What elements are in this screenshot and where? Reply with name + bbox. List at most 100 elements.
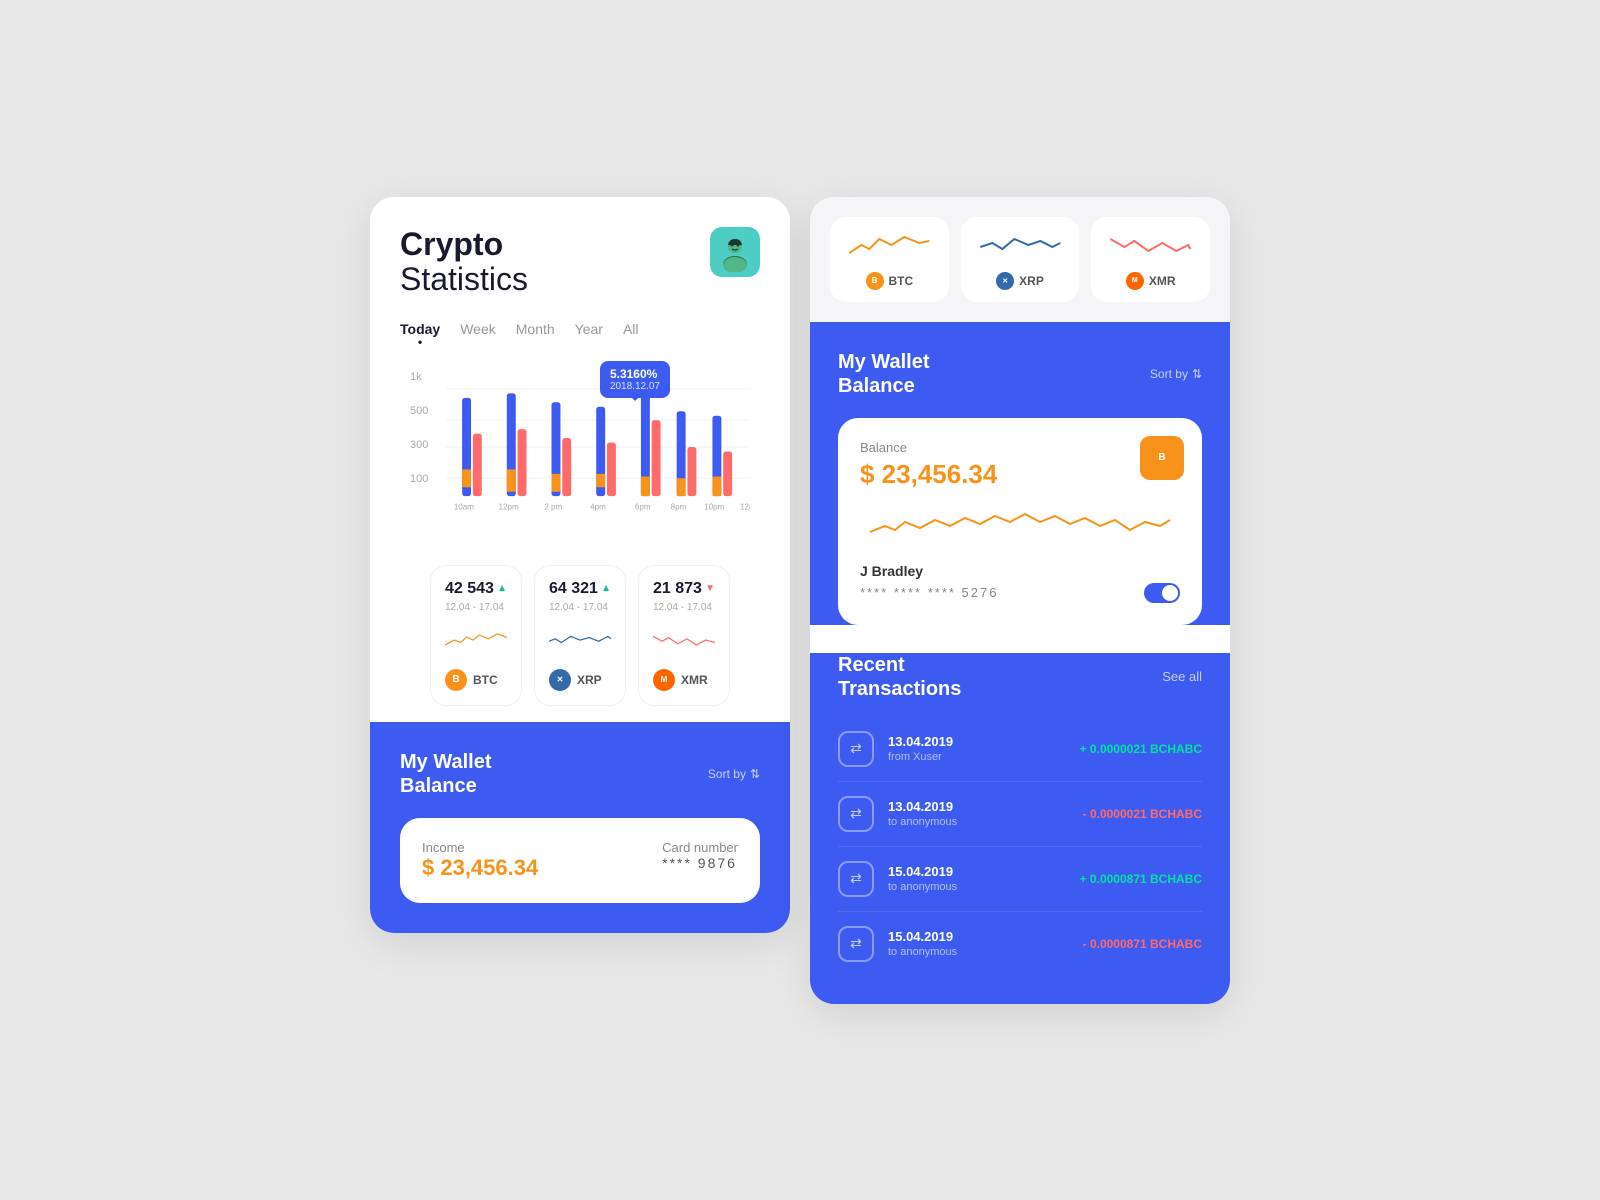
income-section: Income $ 23,456.34 [422, 840, 538, 881]
see-all-button[interactable]: See all [1162, 669, 1202, 684]
xrp-card[interactable]: 64 321 ▲ 12.04 - 17.04 ✕ XRP [534, 565, 626, 706]
mini-xrp-name: ✕ XRP [973, 272, 1068, 290]
xmr-label: XMR [681, 673, 708, 687]
right-sort-icon: ⇅ [1192, 367, 1202, 381]
xmr-name-row: M XMR [653, 669, 715, 691]
chart-tooltip: 5.3160% 2018.12.07 [600, 361, 670, 398]
card-number-value: **** 9876 [662, 855, 738, 871]
card-number-section: Card number **** 9876 [662, 840, 738, 881]
transaction-item: ⇄ 15.04.2019 to anonymous - 0.0000871 BC… [838, 912, 1202, 976]
mini-xmr-label: XMR [1149, 274, 1176, 288]
tx-amount-3: + 0.0000871 BCHABC [1080, 872, 1202, 886]
transactions-header: Recent Transactions See all [838, 653, 1202, 701]
tx-icon-2: ⇄ [838, 796, 874, 832]
svg-text:12pm: 12pm [499, 502, 519, 511]
svg-text:4pm: 4pm [590, 502, 606, 511]
btc-mini-chart [445, 621, 507, 656]
btc-name-row: B BTC [445, 669, 507, 691]
tx-info-2: 13.04.2019 to anonymous [888, 799, 1069, 828]
tx-amount-4: - 0.0000871 BCHABC [1083, 937, 1202, 951]
mini-xmr-card[interactable]: M XMR [1091, 217, 1210, 302]
balance-amount: $ 23,456.34 [860, 459, 1180, 490]
mini-xmr-name: M XMR [1103, 272, 1198, 290]
tx-amount-2: - 0.0000021 BCHABC [1083, 807, 1202, 821]
income-value: $ 23,456.34 [422, 855, 538, 881]
xrp-label: XRP [577, 673, 602, 687]
xrp-name-row: ✕ XRP [549, 669, 611, 691]
tx-icon-3: ⇄ [838, 861, 874, 897]
income-label: Income [422, 840, 538, 855]
y-label-500: 500 [410, 405, 428, 417]
chart-area: 5.3160% 2018.12.07 1k 500 300 100 [410, 361, 750, 549]
transactions-section: Recent Transactions See all ⇄ 13.04.2019… [810, 653, 1230, 1004]
xmr-mini-chart [653, 621, 715, 656]
card-btc-icon: B [1140, 436, 1184, 480]
tx-from-1: from Xuser [888, 751, 1066, 763]
right-top-section: B BTC ✕ XRP M [810, 197, 1230, 322]
avatar-icon [715, 232, 755, 272]
income-row: Income $ 23,456.34 Card number **** 9876 [422, 840, 738, 881]
crypto-cards-row: 42 543 ▲ 12.04 - 17.04 B BTC 64 321 [400, 549, 760, 722]
card-number: **** **** **** 5276 [860, 585, 998, 600]
xmr-icon: M [653, 669, 675, 691]
transaction-item: ⇄ 13.04.2019 from Xuser + 0.0000021 BCHA… [838, 717, 1202, 782]
right-wallet-title: My Wallet Balance Sort by ⇅ [838, 350, 1202, 398]
right-sort-button[interactable]: Sort by ⇅ [1150, 367, 1202, 381]
tx-date-4: 15.04.2019 [888, 929, 1069, 944]
tab-week[interactable]: Week [460, 321, 496, 341]
header-row: Crypto Statistics [400, 227, 760, 297]
tx-date-2: 13.04.2019 [888, 799, 1069, 814]
income-card: Income $ 23,456.34 Card number **** 9876 [400, 818, 760, 903]
transaction-item: ⇄ 13.04.2019 to anonymous - 0.0000021 BC… [838, 782, 1202, 847]
y-label-1k: 1k [410, 371, 428, 383]
right-main-section: My Wallet Balance Sort by ⇅ Balance $ 23… [810, 322, 1230, 625]
svg-text:2 pm: 2 pm [544, 502, 562, 511]
app-title: Crypto Statistics [400, 227, 528, 297]
app-container: Crypto Statistics [370, 197, 1230, 1004]
tab-today[interactable]: Today [400, 321, 440, 341]
tx-icon-1: ⇄ [838, 731, 874, 767]
card-toggle[interactable] [1144, 583, 1180, 603]
right-balance-card: Balance $ 23,456.34 B J Bradley **** ***… [838, 418, 1202, 625]
transactions-title: Recent Transactions [838, 653, 961, 701]
xrp-value: 64 321 [549, 580, 598, 598]
tx-from-4: to anonymous [888, 946, 1069, 958]
tab-month[interactable]: Month [516, 321, 555, 341]
transaction-item: ⇄ 15.04.2019 to anonymous + 0.0000871 BC… [838, 847, 1202, 912]
mini-xmr-icon: M [1126, 272, 1144, 290]
btc-card[interactable]: 42 543 ▲ 12.04 - 17.04 B BTC [430, 565, 522, 706]
tab-all[interactable]: All [623, 321, 639, 341]
wallet-title-row: My Wallet Balance Sort by ⇅ [400, 750, 760, 798]
tooltip-value: 5.3160% [610, 367, 660, 381]
svg-text:10am: 10am [454, 502, 474, 511]
tx-info-3: 15.04.2019 to anonymous [888, 864, 1066, 893]
svg-text:10pm: 10pm [704, 502, 724, 511]
mini-xrp-chart [973, 229, 1068, 259]
right-panel: B BTC ✕ XRP M [810, 197, 1230, 1004]
btc-trend: ▲ [497, 583, 507, 594]
mini-xrp-label: XRP [1019, 274, 1044, 288]
btc-value: 42 543 [445, 580, 494, 598]
card-number-label: Card number [662, 840, 738, 855]
xrp-icon: ✕ [549, 669, 571, 691]
balance-label: Balance [860, 440, 1180, 455]
balance-sparkline [860, 502, 1180, 542]
bar-chart: 10am 12pm 2 pm 4pm 6pm 8pm 10pm 12am [446, 371, 750, 514]
tab-year[interactable]: Year [575, 321, 603, 341]
xrp-trend: ▲ [601, 583, 611, 594]
xmr-value: 21 873 [653, 580, 702, 598]
left-wallet-section: My Wallet Balance Sort by ⇅ Income $ 23,… [370, 722, 790, 933]
mini-xmr-chart [1103, 229, 1198, 259]
left-panel: Crypto Statistics [370, 197, 790, 933]
mini-xrp-card[interactable]: ✕ XRP [961, 217, 1080, 302]
tx-amount-1: + 0.0000021 BCHABC [1080, 742, 1202, 756]
mini-btc-card[interactable]: B BTC [830, 217, 949, 302]
user-avatar[interactable] [710, 227, 760, 277]
tx-from-3: to anonymous [888, 881, 1066, 893]
sort-button[interactable]: Sort by ⇅ [708, 767, 760, 781]
card-holder: J Bradley [860, 563, 1180, 579]
y-label-300: 300 [410, 439, 428, 451]
wallet-heading: My Wallet Balance [400, 750, 492, 798]
time-tabs: Today Week Month Year All [400, 321, 760, 341]
xmr-card[interactable]: 21 873 ▼ 12.04 - 17.04 M XMR [638, 565, 730, 706]
